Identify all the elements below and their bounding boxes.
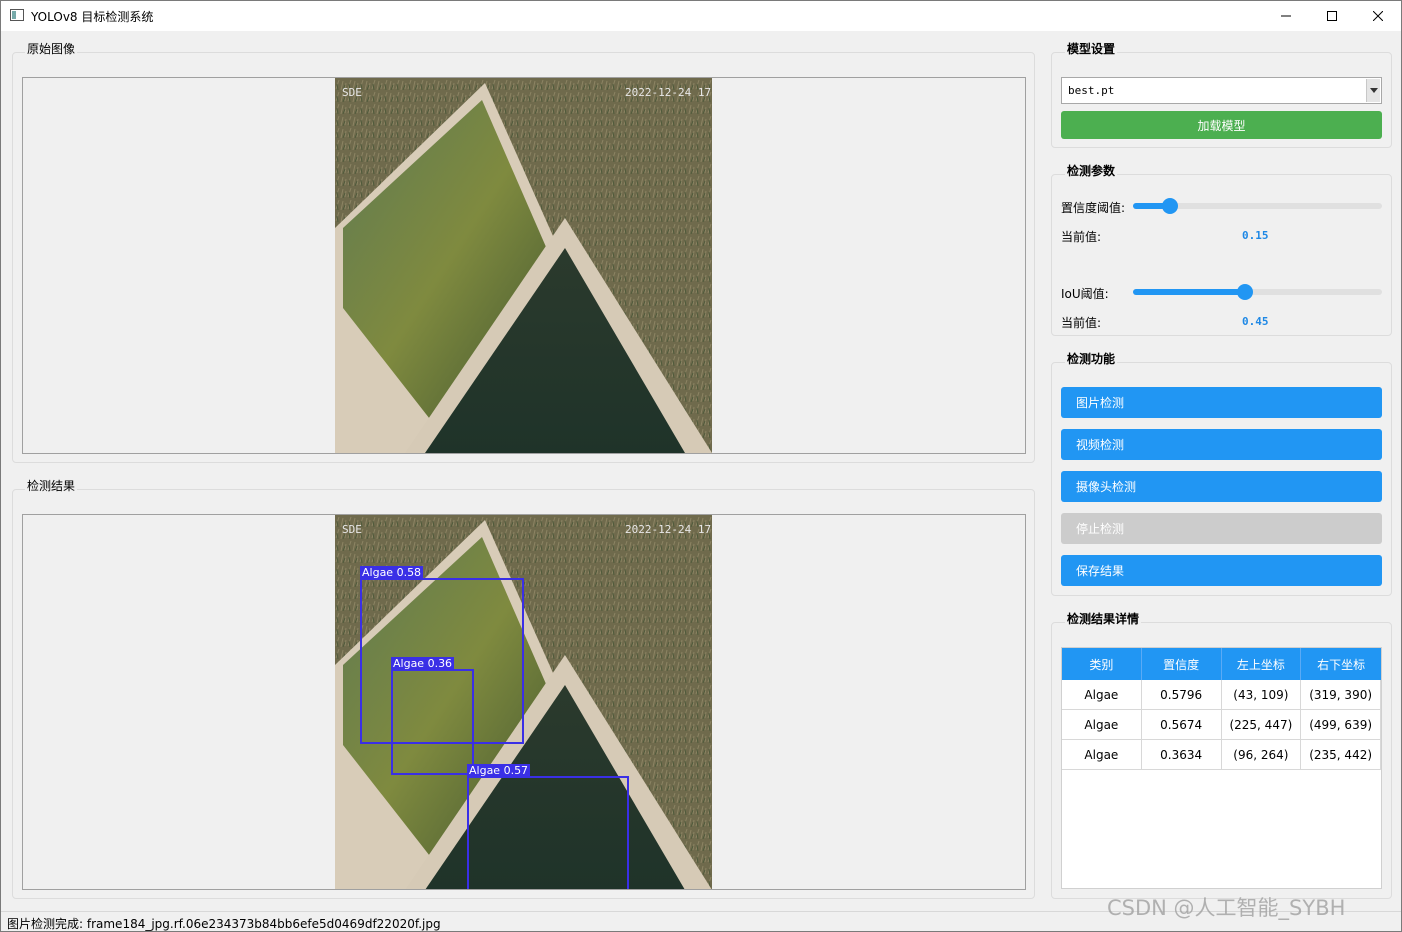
watermark: CSDN @人工智能_SYBH	[1107, 896, 1346, 920]
table-cell: Algae	[1062, 710, 1142, 739]
app-icon	[10, 9, 24, 21]
table-row[interactable]: Algae 0.5796 (43, 109) (319, 390)	[1062, 680, 1381, 710]
table-cell: Algae	[1062, 740, 1142, 769]
table-cell: (319, 390)	[1301, 680, 1381, 709]
table-cell: (235, 442)	[1301, 740, 1381, 769]
confidence-current-label: 当前值:	[1061, 230, 1102, 244]
osd-label: SDE	[342, 523, 362, 536]
osd-label: SDE	[342, 86, 362, 99]
table-row[interactable]: Algae 0.3634 (96, 264) (235, 442)	[1062, 740, 1381, 770]
window-title: YOLOv8 目标检测系统	[31, 10, 154, 24]
original-image-view: SDE 2022-12-24 17:45:11	[22, 77, 1026, 454]
result-image-title: 检测结果	[25, 477, 78, 494]
title-bar[interactable]: YOLOv8 目标检测系统	[1, 1, 1401, 31]
video-detect-button[interactable]: 视频检测	[1061, 429, 1382, 460]
iou-slider-handle[interactable]	[1237, 284, 1254, 300]
original-image-title: 原始图像	[25, 40, 78, 57]
osd-timestamp: 2022-12-24 17:45:11	[625, 523, 712, 536]
detection-label: Algae 0.58	[360, 566, 424, 580]
close-icon	[1373, 11, 1383, 21]
result-details-title: 检测结果详情	[1065, 610, 1142, 627]
iou-slider[interactable]	[1133, 284, 1382, 300]
iou-slider-fill	[1133, 289, 1246, 295]
table-cell: (499, 639)	[1301, 710, 1381, 739]
result-image: SDE 2022-12-24 17:45:11 Algae 0.58 Algae…	[335, 515, 712, 889]
maximize-icon	[1327, 11, 1337, 21]
app-window: YOLOv8 目标检测系统 原始图像 SDE 2022-12-24 17 检测结…	[0, 0, 1402, 932]
stop-detect-button[interactable]: 停止检测	[1061, 513, 1382, 544]
table-row[interactable]: Algae 0.5674 (225, 447) (499, 639)	[1062, 710, 1381, 740]
iou-value: 0.45	[1242, 315, 1269, 328]
minimize-button[interactable]	[1263, 1, 1309, 31]
iou-threshold-label: IoU阈值:	[1061, 287, 1109, 301]
table-cell: (43, 109)	[1222, 680, 1302, 709]
chevron-down-icon[interactable]	[1366, 79, 1380, 102]
model-settings-title: 模型设置	[1065, 40, 1118, 57]
detection-label: Algae 0.36	[391, 657, 455, 671]
osd-timestamp: 2022-12-24 17:45:11	[625, 86, 712, 99]
iou-current-label: 当前值:	[1061, 316, 1102, 330]
minimize-icon	[1281, 15, 1291, 17]
table-cell: (225, 447)	[1222, 710, 1302, 739]
table-cell: (96, 264)	[1222, 740, 1302, 769]
save-result-button[interactable]: 保存结果	[1061, 555, 1382, 586]
table-cell: 0.3634	[1142, 740, 1222, 769]
image-detect-button[interactable]: 图片检测	[1061, 387, 1382, 418]
detection-label: Algae 0.57	[467, 764, 531, 778]
model-select[interactable]: best.pt	[1061, 77, 1382, 104]
table-cell: 0.5674	[1142, 710, 1222, 739]
table-header: 类别 置信度 左上坐标 右下坐标	[1062, 648, 1381, 680]
close-button[interactable]	[1355, 1, 1401, 31]
detection-box: Algae 0.57	[467, 764, 629, 889]
column-header[interactable]: 右下坐标	[1301, 648, 1381, 680]
original-image: SDE 2022-12-24 17:45:11	[335, 78, 712, 453]
confidence-threshold-label: 置信度阈值:	[1061, 201, 1126, 215]
detection-box: Algae 0.36	[391, 657, 474, 775]
table-cell: Algae	[1062, 680, 1142, 709]
column-header[interactable]: 置信度	[1142, 648, 1222, 680]
model-select-value: best.pt	[1068, 84, 1115, 97]
load-model-button[interactable]: 加载模型	[1061, 111, 1382, 139]
camera-detect-button[interactable]: 摄像头检测	[1061, 471, 1382, 502]
column-header[interactable]: 左上坐标	[1222, 648, 1302, 680]
confidence-value: 0.15	[1242, 229, 1269, 242]
result-image-view: SDE 2022-12-24 17:45:11 Algae 0.58 Algae…	[22, 514, 1026, 890]
maximize-button[interactable]	[1309, 1, 1355, 31]
detect-functions-title: 检测功能	[1065, 350, 1118, 367]
table-cell: 0.5796	[1142, 680, 1222, 709]
detect-params-title: 检测参数	[1065, 162, 1118, 179]
confidence-slider[interactable]	[1133, 198, 1382, 214]
result-table[interactable]: 类别 置信度 左上坐标 右下坐标 Algae 0.5796 (43, 109) …	[1061, 647, 1382, 889]
status-text: 图片检测完成: frame184_jpg.rf.06e234373b84bb6e…	[7, 917, 441, 931]
column-header[interactable]: 类别	[1062, 648, 1142, 680]
